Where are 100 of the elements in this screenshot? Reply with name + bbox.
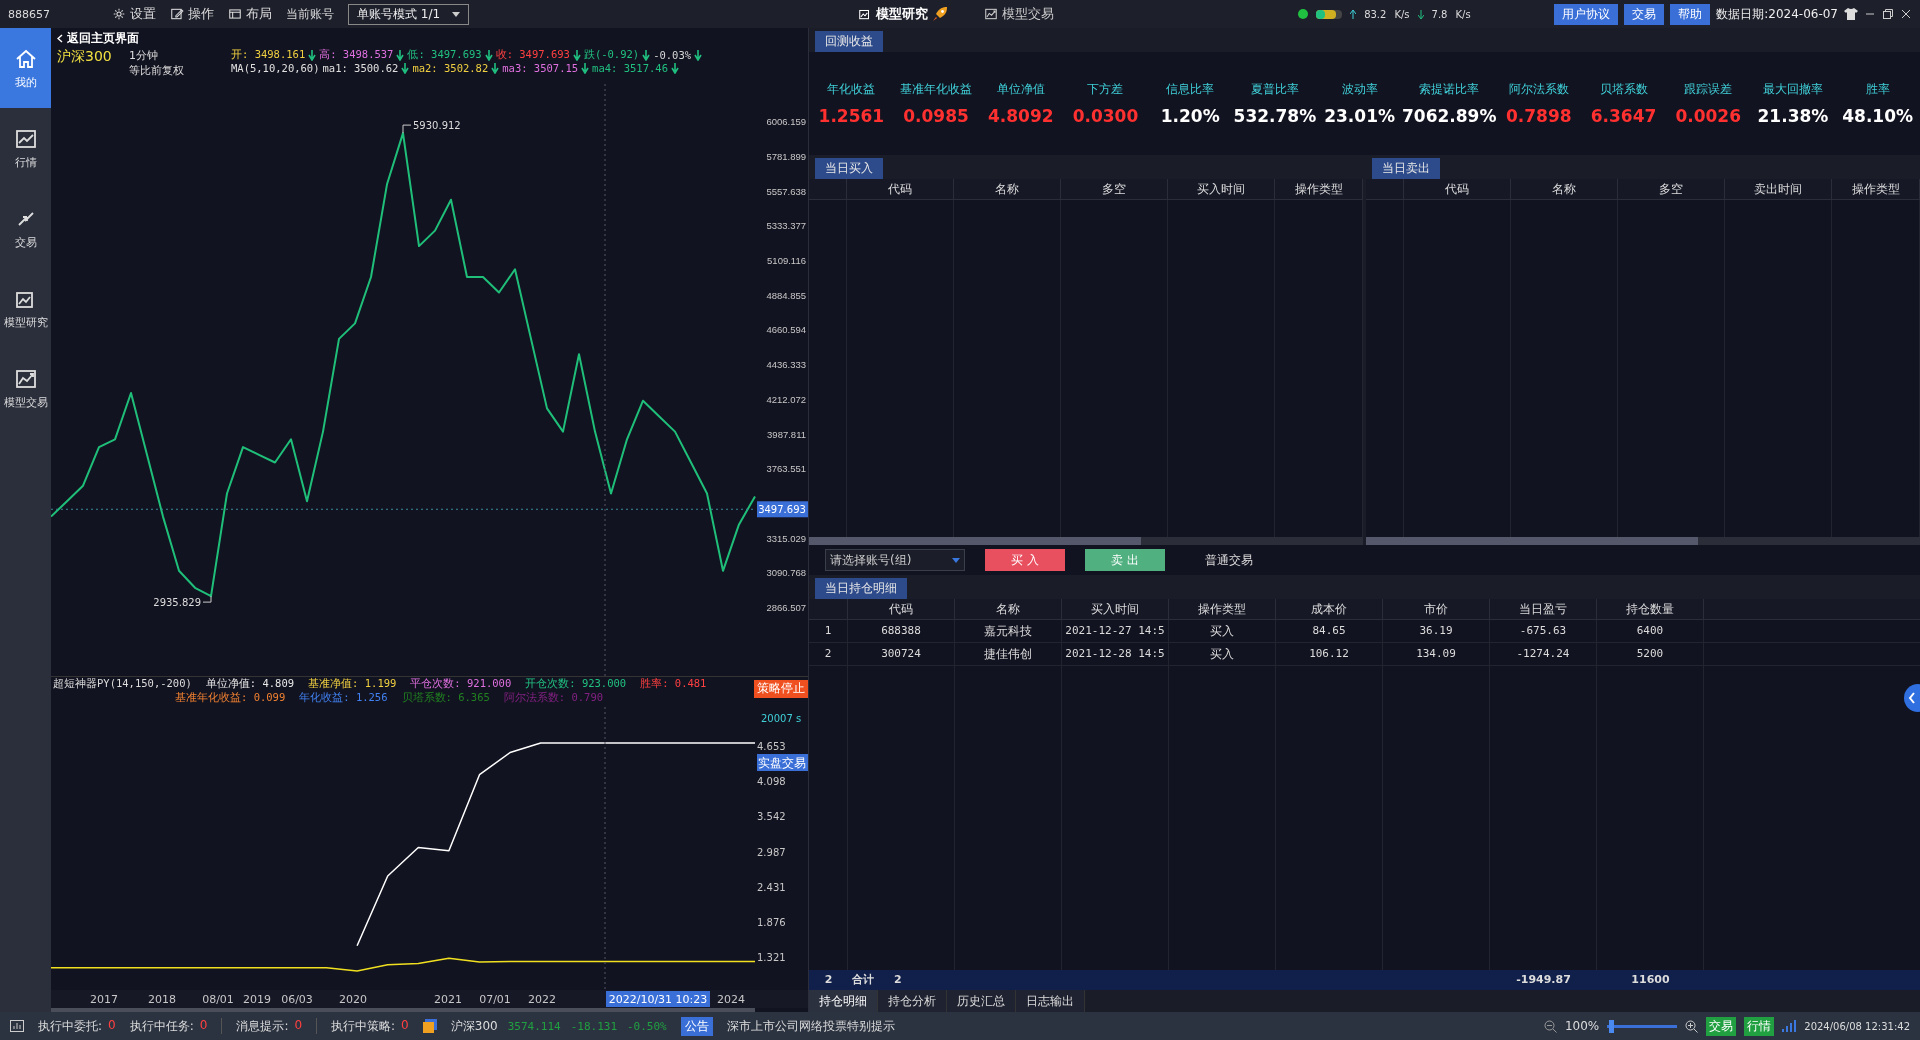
metric-value: 1.20% xyxy=(1160,106,1220,126)
quote-value: 收: 3497.693 xyxy=(495,48,570,62)
metric-value: 6.3647 xyxy=(1590,106,1657,126)
download-speed: 7.8 xyxy=(1431,8,1448,20)
axis-label: 07/01 xyxy=(479,992,511,1006)
metric-value: 532.78% xyxy=(1233,106,1317,126)
metric-label: 信息比率 xyxy=(1166,81,1215,98)
axis-label: 3987.811 xyxy=(767,428,806,440)
counter-value: 0 xyxy=(108,1017,116,1034)
trade-mode-label: 普通交易 xyxy=(1205,551,1253,569)
metric-label: 单位净值 xyxy=(996,81,1045,98)
column-header: 名称 xyxy=(1511,179,1618,199)
ma-value: ma3: 3507.15 xyxy=(502,62,579,74)
total-label: 合计 xyxy=(852,972,874,988)
column-header: 操作类型 xyxy=(1275,179,1363,199)
axis-label: 4436.333 xyxy=(766,358,806,370)
connection-badge: 行情 xyxy=(1744,1016,1775,1036)
strategy-stat: 贝塔系数: 6.365 xyxy=(401,690,490,705)
column-header: 卖出时间 xyxy=(1725,179,1832,199)
metric-value: 1.2561 xyxy=(818,106,885,126)
axis-label: 2019 xyxy=(243,992,271,1006)
metric-label: 年化收益 xyxy=(827,81,876,98)
metric-value: 4.8092 xyxy=(987,106,1054,126)
speed-unit: K/s xyxy=(1455,8,1471,20)
counter-value: 0 xyxy=(401,1017,409,1034)
table-cell: 688388 xyxy=(848,620,955,642)
table-cell: 6400 xyxy=(1597,620,1704,642)
metric-value: 48.10% xyxy=(1842,106,1914,126)
total-count: 2 xyxy=(894,972,902,988)
column-header: 代码 xyxy=(847,179,954,199)
metric-value: 0.0300 xyxy=(1072,106,1139,126)
menu-label: 设置 xyxy=(130,5,156,23)
axis-label: 5109.116 xyxy=(767,254,806,266)
data-date: 数据日期:2024-06-07 xyxy=(1716,5,1838,23)
table-cell: 84.65 xyxy=(1276,620,1383,642)
metric-label: 贝塔系数 xyxy=(1599,81,1648,98)
column-header: 持仓数量 xyxy=(1597,599,1704,619)
metric-label: 索提诺比率 xyxy=(1419,81,1480,98)
table-cell: 300724 xyxy=(848,643,955,665)
quote-value: 高: 3498.537 xyxy=(319,48,394,62)
metric-value: 23.01% xyxy=(1324,106,1395,126)
axis-label: 3.542 xyxy=(757,810,786,822)
table-cell: 嘉元科技 xyxy=(955,620,1062,642)
account-label: 当前账号 xyxy=(286,5,334,23)
strategy-stat: 基准年化收益: 0.099 xyxy=(175,690,286,705)
ma-value: ma2: 3502.82 xyxy=(412,62,489,74)
column-header: 操作类型 xyxy=(1169,599,1276,619)
column-header: 买入时间 xyxy=(1062,599,1169,619)
index-change: -18.131 xyxy=(570,1019,617,1033)
column-header: 代码 xyxy=(1404,179,1511,199)
quote-value: 低: 3497.693 xyxy=(407,48,482,62)
elapsed-time: 20007 s xyxy=(761,712,802,724)
total-pnl: -1949.87 xyxy=(1515,972,1572,988)
table-cell: 134.09 xyxy=(1383,643,1490,665)
axis-label: 6006.159 xyxy=(766,116,806,128)
axis-label: 2017 xyxy=(90,992,118,1006)
axis-label: 3315.029 xyxy=(766,532,806,544)
axis-label: 4884.855 xyxy=(766,289,806,301)
column-header: 成本价 xyxy=(1276,599,1383,619)
zoom-value: 100% xyxy=(1564,1019,1600,1033)
total-quantity: 11600 xyxy=(1630,972,1671,988)
column-header: 当日盈亏 xyxy=(1490,599,1597,619)
counter-label: 执行中委托: xyxy=(38,1017,103,1035)
axis-label: 08/01 xyxy=(202,992,234,1006)
column-header: 多空 xyxy=(1618,179,1725,199)
quote-value: -0.03% xyxy=(653,49,692,61)
table-cell: 2021-12-28 14:5 xyxy=(1062,643,1169,665)
metric-label: 最大回撤率 xyxy=(1762,81,1823,98)
ma-value: MA(5,10,20,60) xyxy=(231,62,320,74)
annotation-label: 5930.912 xyxy=(413,119,461,131)
table-cell: 36.19 xyxy=(1383,620,1490,642)
column-header: 买入时间 xyxy=(1168,179,1275,199)
table-cell: 买入 xyxy=(1169,643,1276,665)
axis-label: 3763.551 xyxy=(766,462,806,474)
strategy-stat: 阿尔法系数: 0.790 xyxy=(503,690,604,705)
axis-label: 4.653 xyxy=(757,740,786,752)
module-label: 模型交易 xyxy=(1002,5,1055,23)
axis-label: 06/03 xyxy=(281,992,313,1006)
axis-label: 2022 xyxy=(528,992,556,1006)
axis-label: 4660.594 xyxy=(766,324,806,336)
table-cell: 2021-12-27 14:5 xyxy=(1062,620,1169,642)
metric-label: 跟踪误差 xyxy=(1684,81,1733,98)
adjust-label: 等比前复权 xyxy=(129,63,185,78)
table-cell: 106.12 xyxy=(1276,643,1383,665)
speed-unit: K/s xyxy=(1394,8,1410,20)
metric-label: 基准年化收益 xyxy=(900,81,973,98)
column-header: 操作类型 xyxy=(1832,179,1920,199)
axis-label: 5781.899 xyxy=(766,150,806,162)
strategy-stat: 胜率: 0.481 xyxy=(640,676,707,691)
table-cell: 捷佳伟创 xyxy=(955,643,1062,665)
table-cell: -1274.24 xyxy=(1490,643,1597,665)
ma-value: ma1: 3500.62 xyxy=(322,62,399,74)
counter-label: 执行中策略: xyxy=(331,1017,396,1035)
axis-label: 2.987 xyxy=(757,846,786,858)
axis-label: 2024 xyxy=(717,992,745,1006)
metric-value: 0.0026 xyxy=(1675,106,1741,126)
column-header: 市价 xyxy=(1383,599,1490,619)
menu-label: 布局 xyxy=(246,5,272,23)
row-number: 2 xyxy=(823,972,834,988)
index-name: 沪深300 xyxy=(450,1017,498,1035)
